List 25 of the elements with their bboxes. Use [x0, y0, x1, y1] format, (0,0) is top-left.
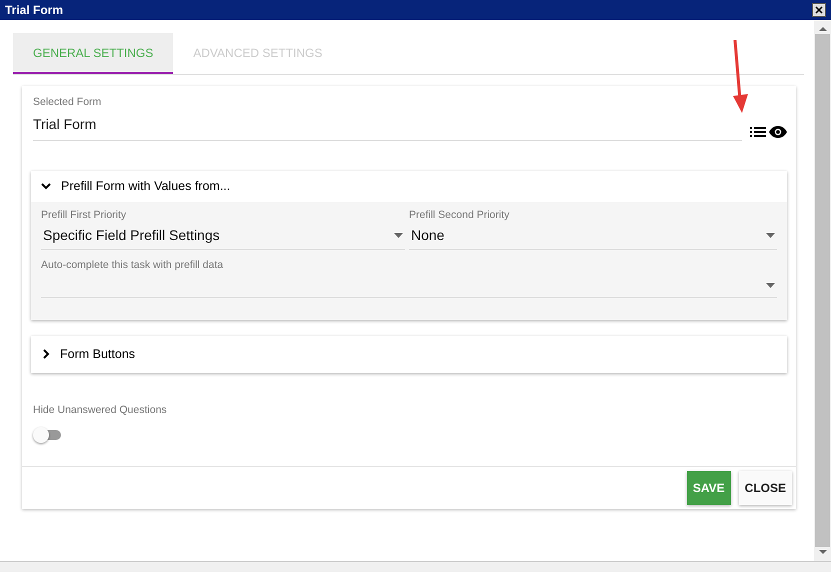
close-icon[interactable] — [812, 3, 826, 17]
eye-icon[interactable] — [769, 126, 787, 138]
list-icon[interactable] — [750, 126, 766, 138]
select-field[interactable]: Specific Field Prefill Settings — [41, 223, 405, 250]
select-field[interactable]: None — [409, 223, 777, 250]
scroll-up-icon[interactable] — [818, 26, 826, 32]
caret-icon — [394, 233, 403, 238]
panel-header[interactable]: Form Buttons — [31, 336, 787, 373]
panel-header[interactable]: Prefill Form with Values from... — [31, 170, 787, 202]
field-label: Hide Unanswered Questions — [33, 402, 168, 418]
text-field[interactable]: Trial Form — [33, 110, 742, 141]
field-label: Prefill Second Priority — [409, 208, 510, 222]
scroll-down-icon[interactable] — [818, 549, 826, 555]
caret-icon — [766, 282, 775, 288]
scrollbar-thumb[interactable] — [815, 34, 830, 547]
field-label: Auto-complete this task with prefill data — [41, 258, 224, 274]
close-button[interactable]: CLOSE — [738, 471, 792, 505]
toggle-switch[interactable] — [33, 424, 63, 444]
chevron-down-icon — [41, 182, 51, 190]
scrollbar[interactable] — [814, 20, 831, 561]
field-label: Prefill First Priority — [41, 208, 128, 222]
chevron-right-icon — [43, 349, 50, 360]
window-title: Trial Form — [5, 2, 64, 19]
field-label: Selected Form — [33, 95, 102, 110]
caret-icon — [766, 233, 775, 238]
